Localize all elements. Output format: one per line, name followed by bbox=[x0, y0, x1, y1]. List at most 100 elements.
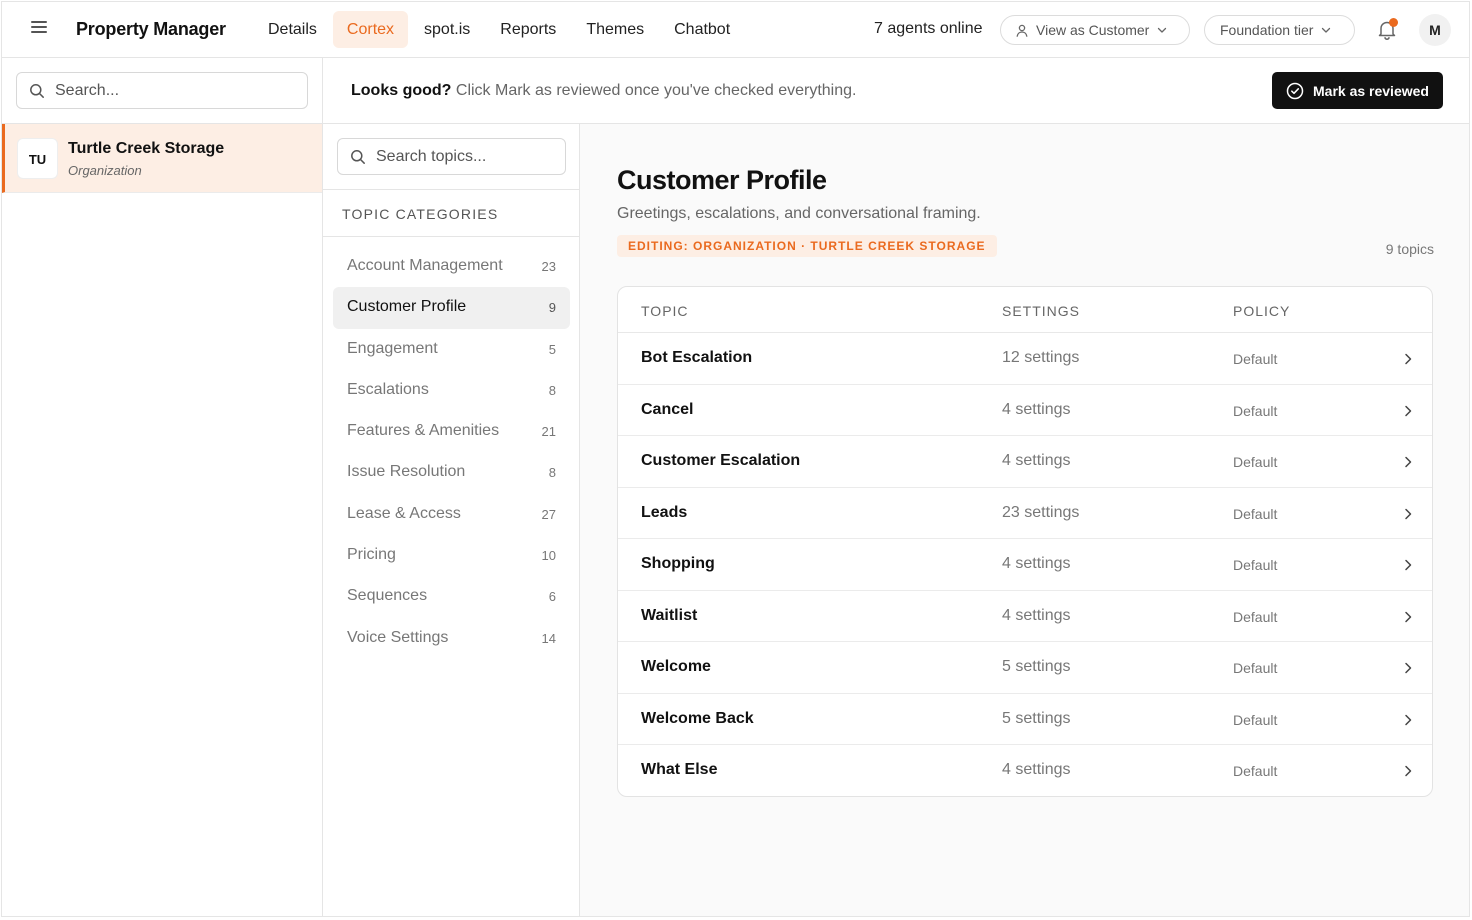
tab-spotis[interactable]: spot.is bbox=[410, 11, 484, 48]
category-count: 6 bbox=[548, 589, 556, 605]
tab-themes[interactable]: Themes bbox=[572, 11, 658, 48]
org-name: Turtle Creek Storage bbox=[68, 140, 225, 157]
category-name: Account Management bbox=[347, 257, 503, 274]
divider bbox=[323, 189, 579, 190]
page-title: Customer Profile bbox=[617, 165, 827, 195]
settings-count: 4 settings bbox=[1002, 400, 1071, 418]
category-count: 9 bbox=[548, 300, 556, 316]
policy-value: Default bbox=[1233, 660, 1278, 676]
topic-name: Leads bbox=[641, 503, 688, 521]
topic-name: Welcome bbox=[641, 658, 711, 675]
settings-count: 4 settings bbox=[1002, 555, 1071, 572]
category-count: 8 bbox=[548, 465, 556, 481]
topic-name: Waitlist bbox=[641, 606, 698, 624]
tab-chatbot[interactable]: Chatbot bbox=[660, 11, 744, 48]
sidebar-search-placeholder: Search... bbox=[55, 81, 120, 99]
category-sequences[interactable]: Sequences 6 bbox=[333, 576, 570, 617]
category-count: 8 bbox=[548, 382, 556, 398]
category-customer-profile[interactable]: Customer Profile 9 bbox=[333, 287, 570, 329]
table-row[interactable]: Welcome Back 5 settings Default bbox=[618, 694, 1432, 745]
tab-reports[interactable]: Reports bbox=[486, 11, 570, 48]
table-row[interactable]: What Else 4 settings Default bbox=[618, 745, 1432, 796]
table-header: TOPIC SETTINGS POLICY bbox=[618, 287, 1432, 333]
topic-search-input[interactable]: Search topics... bbox=[337, 138, 566, 175]
menu-icon[interactable] bbox=[31, 21, 47, 35]
category-count: 14 bbox=[541, 630, 556, 646]
sidebar: Search... TU Turtle Creek Storage Organi… bbox=[2, 58, 323, 916]
review-banner: Looks good? Click Mark as reviewed once … bbox=[323, 58, 1469, 124]
topic-name: Shopping bbox=[641, 555, 715, 572]
column-header-policy: POLICY bbox=[1233, 303, 1291, 319]
view-as-customer-label: View as Customer bbox=[1036, 22, 1150, 38]
table-row[interactable]: Bot Escalation 12 settings Default bbox=[618, 333, 1432, 385]
category-account-management[interactable]: Account Management 23 bbox=[333, 246, 570, 287]
org-type: Organization bbox=[68, 163, 142, 178]
settings-count: 23 settings bbox=[1002, 503, 1080, 521]
topic-name: Customer Escalation bbox=[641, 452, 801, 469]
chevron-right-icon bbox=[1402, 610, 1414, 624]
chevron-right-icon bbox=[1402, 507, 1414, 521]
tier-dropdown[interactable]: Foundation tier bbox=[1204, 15, 1355, 45]
table-row[interactable]: Leads 23 settings Default bbox=[618, 488, 1432, 539]
policy-value: Default bbox=[1233, 351, 1278, 367]
org-avatar: TU bbox=[17, 138, 58, 179]
chevron-right-icon bbox=[1402, 713, 1414, 727]
main-content: Customer Profile Greetings, escalations,… bbox=[580, 124, 1469, 916]
column-header-settings: SETTINGS bbox=[1002, 303, 1081, 319]
category-name: Issue Resolution bbox=[347, 463, 466, 481]
settings-count: 4 settings bbox=[1002, 761, 1071, 778]
mark-as-reviewed-button[interactable]: Mark as reviewed bbox=[1272, 72, 1443, 109]
app-window: Property Manager Details Cortex spot.is … bbox=[1, 1, 1470, 917]
policy-value: Default bbox=[1233, 711, 1278, 728]
category-engagement[interactable]: Engagement 5 bbox=[333, 329, 570, 370]
category-voice-settings[interactable]: Voice Settings 14 bbox=[333, 618, 570, 659]
search-icon bbox=[350, 149, 366, 165]
tab-details[interactable]: Details bbox=[254, 11, 331, 48]
sidebar-search-input[interactable]: Search... bbox=[16, 72, 308, 109]
category-list: Account Management 23 Customer Profile 9… bbox=[333, 246, 570, 659]
policy-value: Default bbox=[1233, 763, 1278, 779]
topic-name: Welcome Back bbox=[641, 709, 754, 727]
category-issue-resolution[interactable]: Issue Resolution 8 bbox=[333, 452, 570, 493]
topic-categories-heading: TOPIC CATEGORIES bbox=[342, 206, 499, 222]
table-row[interactable]: Welcome 5 settings Default bbox=[618, 642, 1432, 694]
chevron-down-icon bbox=[1321, 27, 1331, 34]
review-banner-message: Click Mark as reviewed once you've check… bbox=[455, 82, 857, 99]
nav-tabs: Details Cortex spot.is Reports Themes Ch… bbox=[254, 11, 744, 48]
topics-table: TOPIC SETTINGS POLICY Bot Escalation 12 … bbox=[617, 286, 1433, 797]
tab-cortex[interactable]: Cortex bbox=[332, 11, 409, 48]
chevron-right-icon bbox=[1402, 352, 1414, 366]
divider bbox=[323, 236, 579, 237]
chevron-right-icon bbox=[1402, 764, 1414, 778]
user-icon bbox=[1016, 24, 1028, 37]
table-row[interactable]: Customer Escalation 4 settings Default bbox=[618, 436, 1432, 488]
avatar[interactable]: M bbox=[1419, 14, 1451, 46]
category-count: 21 bbox=[541, 424, 556, 440]
topic-count: 9 topics bbox=[1385, 241, 1434, 257]
category-count: 10 bbox=[541, 548, 556, 564]
check-circle-icon bbox=[1286, 82, 1304, 100]
chevron-right-icon bbox=[1402, 558, 1414, 572]
review-banner-text: Looks good? Click Mark as reviewed once … bbox=[351, 82, 856, 100]
view-as-customer-dropdown[interactable]: View as Customer bbox=[1000, 15, 1190, 45]
org-list-item[interactable]: TU Turtle Creek Storage Organization bbox=[2, 124, 322, 193]
table-row[interactable]: Waitlist 4 settings Default bbox=[618, 591, 1432, 642]
mark-as-reviewed-label: Mark as reviewed bbox=[1313, 82, 1429, 99]
category-pricing[interactable]: Pricing 10 bbox=[333, 535, 570, 576]
notification-dot bbox=[1389, 18, 1398, 27]
top-nav: Property Manager Details Cortex spot.is … bbox=[2, 2, 1469, 58]
category-lease-access[interactable]: Lease & Access 27 bbox=[333, 494, 570, 535]
table-row[interactable]: Shopping 4 settings Default bbox=[618, 539, 1432, 591]
category-count: 23 bbox=[541, 259, 556, 274]
app-brand: Property Manager bbox=[76, 19, 226, 39]
category-name: Features & Amenities bbox=[347, 422, 500, 440]
settings-count: 5 settings bbox=[1002, 709, 1071, 727]
category-count: 5 bbox=[548, 341, 556, 357]
category-features-amenities[interactable]: Features & Amenities 21 bbox=[333, 411, 570, 452]
table-row[interactable]: Cancel 4 settings Default bbox=[618, 385, 1432, 436]
category-count: 27 bbox=[541, 506, 556, 522]
category-name: Pricing bbox=[347, 546, 396, 564]
chevron-down-icon bbox=[1157, 27, 1167, 34]
category-escalations[interactable]: Escalations 8 bbox=[333, 370, 570, 411]
column-header-topic: TOPIC bbox=[641, 303, 689, 319]
